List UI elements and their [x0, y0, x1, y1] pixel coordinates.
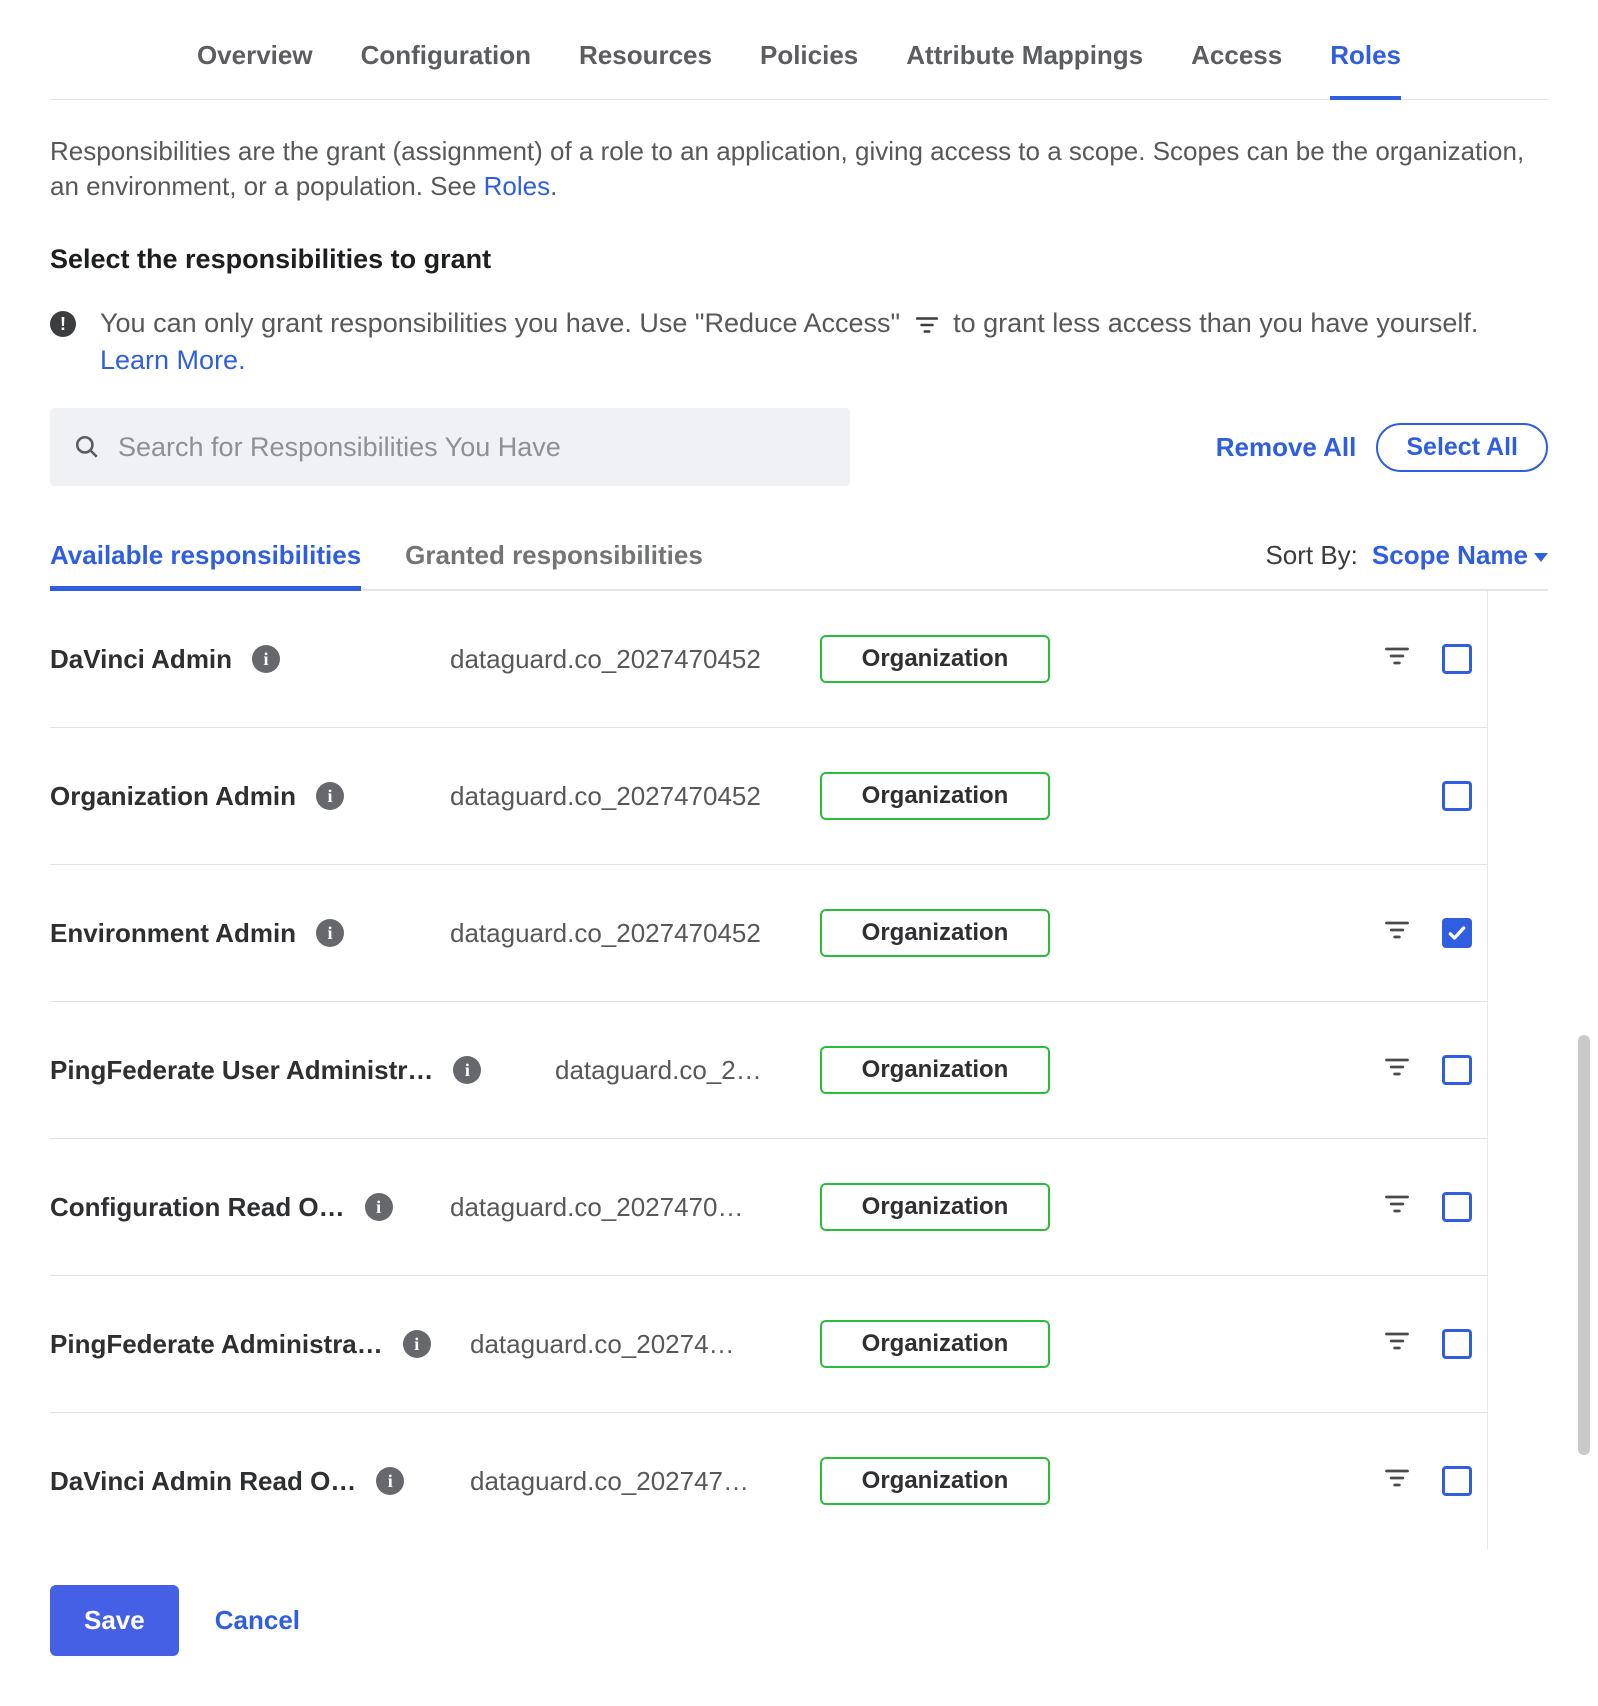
- scope-badge: Organization: [820, 909, 1050, 957]
- select-all-button[interactable]: Select All: [1376, 423, 1548, 472]
- responsibility-row: PingFederate User Administr… i dataguard.c…: [50, 1002, 1487, 1139]
- scope-badge: Organization: [820, 772, 1050, 820]
- info-icon[interactable]: i: [365, 1193, 393, 1221]
- intro-text: Responsibilities are the grant (assignme…: [50, 136, 1524, 201]
- tab-roles[interactable]: Roles: [1330, 40, 1401, 99]
- responsibility-name: PingFederate Administra…: [50, 1329, 383, 1360]
- note-part1: You can only grant responsibilities you …: [100, 308, 908, 338]
- info-icon[interactable]: i: [376, 1467, 404, 1495]
- roles-link[interactable]: Roles: [484, 171, 550, 201]
- note-part2: to grant less access than you have yours…: [946, 308, 1479, 338]
- sort-by-label: Sort By:: [1265, 540, 1357, 571]
- subtab-granted[interactable]: Granted responsibilities: [405, 540, 703, 589]
- reduce-access-button[interactable]: [1383, 642, 1411, 676]
- responsibility-name: PingFederate User Administr…: [50, 1055, 433, 1086]
- tab-configuration[interactable]: Configuration: [361, 40, 531, 99]
- note-row: ! You can only grant responsibilities yo…: [50, 305, 1548, 378]
- subtab-available[interactable]: Available responsibilities: [50, 540, 361, 589]
- responsibility-name: Configuration Read O…: [50, 1192, 345, 1223]
- reduce-access-button[interactable]: [1383, 1327, 1411, 1361]
- sort-by-dropdown[interactable]: Scope Name: [1372, 540, 1548, 571]
- save-button[interactable]: Save: [50, 1585, 179, 1656]
- tab-overview[interactable]: Overview: [197, 40, 313, 99]
- responsibility-id: dataguard.co_2027470452: [450, 644, 820, 675]
- cancel-button[interactable]: Cancel: [215, 1605, 300, 1636]
- grant-checkbox[interactable]: [1442, 781, 1472, 811]
- search-input[interactable]: [118, 432, 826, 463]
- intro-paragraph: Responsibilities are the grant (assignme…: [50, 134, 1548, 204]
- scope-badge: Organization: [820, 1046, 1050, 1094]
- caret-down-icon: [1534, 553, 1548, 562]
- responsibility-id: dataguard.co_2027470…: [450, 1192, 820, 1223]
- info-icon[interactable]: i: [252, 645, 280, 673]
- responsibilities-list: DaVinci Adminidataguard.co_2027470452Org…: [50, 591, 1488, 1549]
- top-tabs: Overview Configuration Resources Policies At…: [50, 0, 1548, 100]
- tab-attribute-mappings[interactable]: Attribute Mappings: [906, 40, 1143, 99]
- learn-more-link[interactable]: Learn More.: [100, 345, 246, 375]
- sort-by-value: Scope Name: [1372, 540, 1528, 571]
- responsibility-name: DaVinci Admin Read O…: [50, 1466, 356, 1497]
- tab-policies[interactable]: Policies: [760, 40, 858, 99]
- responsibility-id: dataguard.co_20274…: [470, 1329, 820, 1360]
- reduce-access-button[interactable]: [1383, 1053, 1411, 1087]
- responsibility-id: dataguard.co_2027470452: [450, 918, 820, 949]
- scope-badge: Organization: [820, 1320, 1050, 1368]
- tab-resources[interactable]: Resources: [579, 40, 712, 99]
- scrollbar-thumb[interactable]: [1578, 1035, 1590, 1455]
- reduce-access-icon: [914, 312, 940, 338]
- search-box[interactable]: [50, 408, 850, 486]
- responsibility-id: dataguard.co_2…: [555, 1055, 820, 1086]
- grant-checkbox[interactable]: [1442, 644, 1472, 674]
- tab-access[interactable]: Access: [1191, 40, 1282, 99]
- responsibility-row: Environment Admin i dataguard.co_202747045…: [50, 865, 1487, 1002]
- responsibility-name: Organization Admin: [50, 781, 296, 812]
- reduce-access-button[interactable]: [1383, 1190, 1411, 1224]
- responsibility-id: dataguard.co_202747…: [470, 1466, 820, 1497]
- reduce-access-button[interactable]: [1383, 916, 1411, 950]
- responsibility-row: DaVinci Admin i dataguard.co_2027470452Org…: [50, 591, 1487, 728]
- responsibility-id: dataguard.co_2027470452: [450, 781, 820, 812]
- note-text: You can only grant responsibilities you …: [100, 305, 1548, 378]
- search-icon: [74, 434, 100, 460]
- alert-icon: !: [50, 311, 76, 337]
- responsibility-row: Configuration Read O… i dataguard.co_20274…: [50, 1139, 1487, 1276]
- grant-checkbox[interactable]: [1442, 1329, 1472, 1359]
- remove-all-button[interactable]: Remove All: [1216, 432, 1357, 463]
- responsibility-row: DaVinci Admin Read O… i dataguard.co_20274…: [50, 1413, 1487, 1549]
- scope-badge: Organization: [820, 1457, 1050, 1505]
- responsibility-name: DaVinci Admin: [50, 644, 232, 675]
- responsibility-row: Organization Admin i dataguard.co_20274704…: [50, 728, 1487, 865]
- scope-badge: Organization: [820, 1183, 1050, 1231]
- scrollbar-track[interactable]: [1578, 130, 1590, 1480]
- intro-tail: .: [550, 171, 557, 201]
- scope-badge: Organization: [820, 635, 1050, 683]
- info-icon[interactable]: i: [316, 919, 344, 947]
- reduce-access-button[interactable]: [1383, 1464, 1411, 1498]
- grant-checkbox[interactable]: [1442, 1466, 1472, 1496]
- info-icon[interactable]: i: [453, 1056, 481, 1084]
- info-icon[interactable]: i: [316, 782, 344, 810]
- grant-checkbox[interactable]: [1442, 1192, 1472, 1222]
- grant-checkbox[interactable]: [1442, 1055, 1472, 1085]
- info-icon[interactable]: i: [403, 1330, 431, 1358]
- responsibility-row: PingFederate Administra… i dataguard.co_20…: [50, 1276, 1487, 1413]
- responsibility-name: Environment Admin: [50, 918, 296, 949]
- grant-checkbox[interactable]: [1442, 918, 1472, 948]
- select-responsibilities-heading: Select the responsibilities to grant: [50, 244, 1548, 275]
